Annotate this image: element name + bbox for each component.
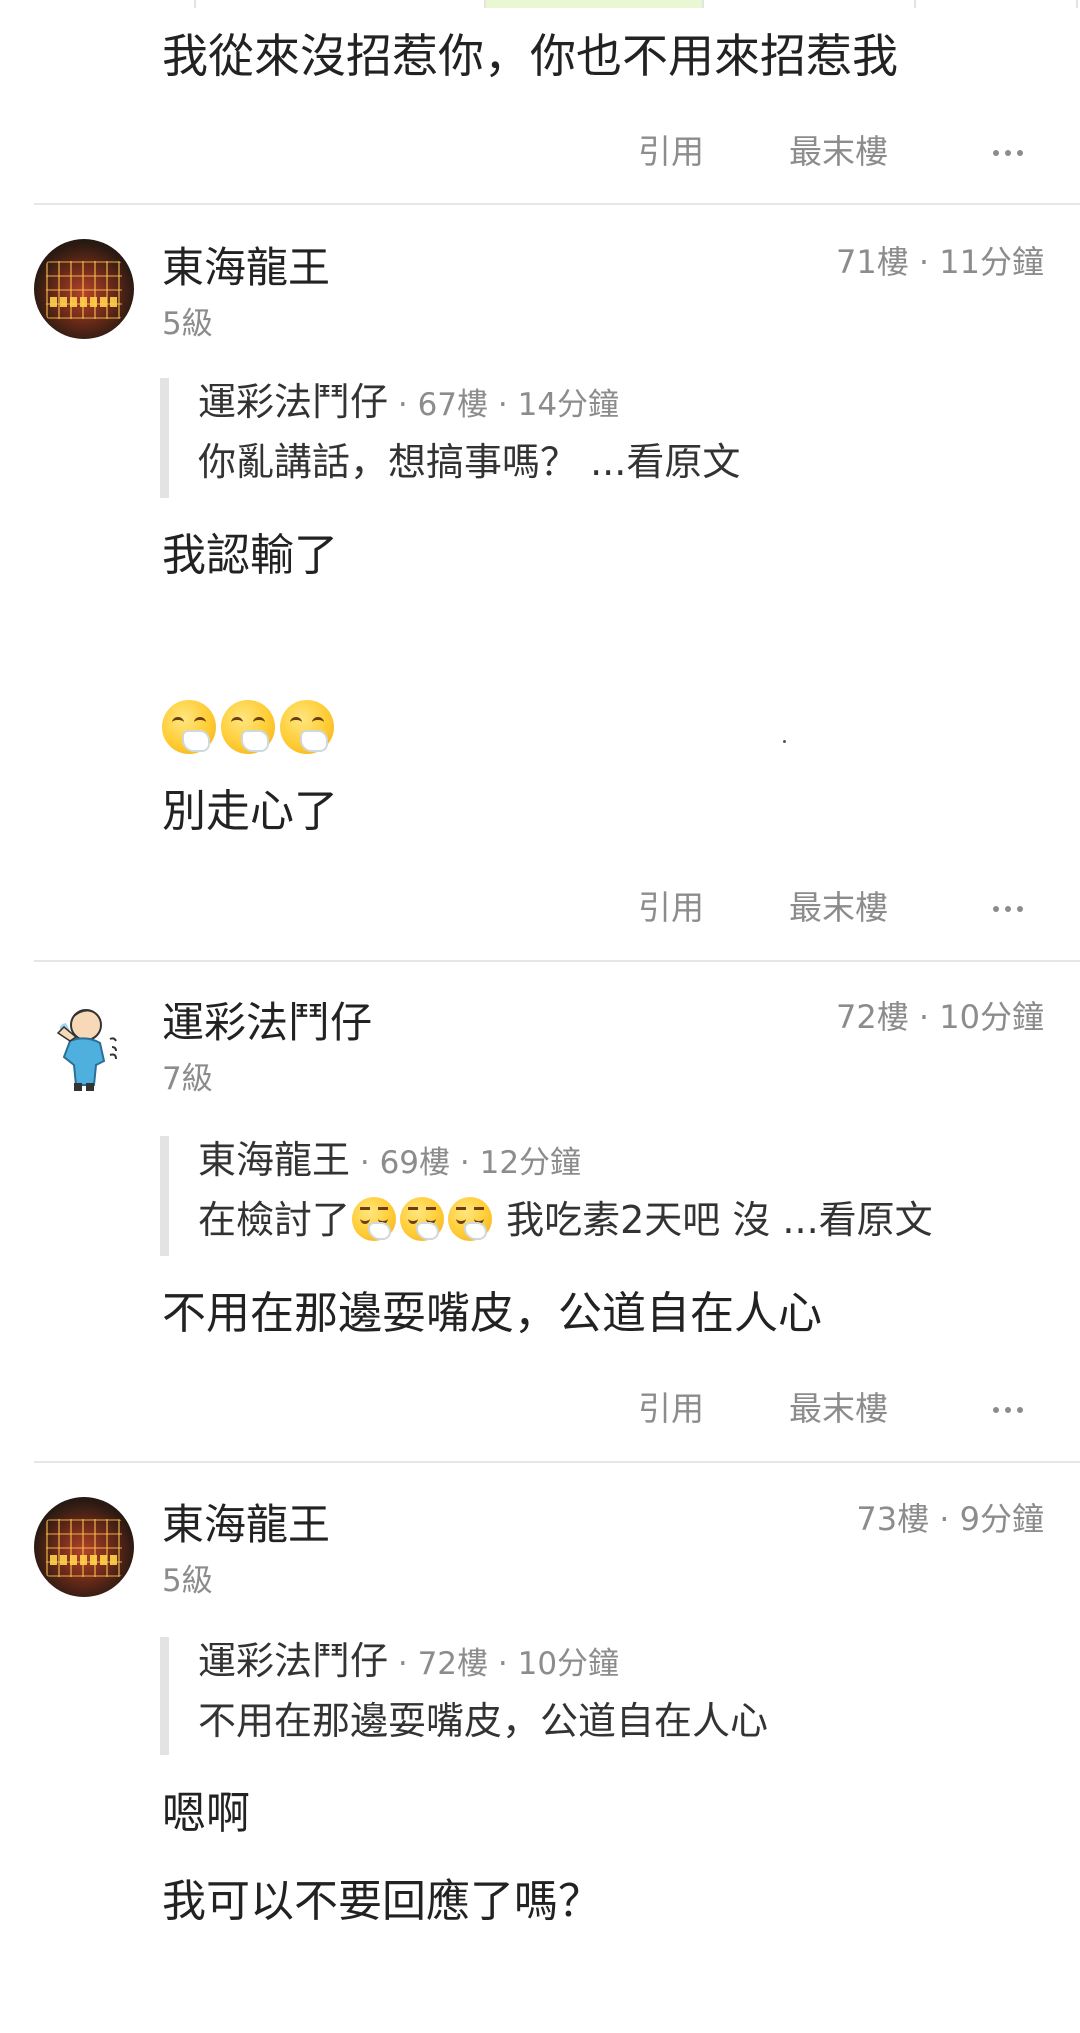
user-avatar[interactable] <box>34 995 134 1095</box>
last-floor-button[interactable]: 最末樓 <box>789 880 888 936</box>
post-time: 10分鐘 <box>939 998 1044 1036</box>
quote-button[interactable]: 引用 <box>638 1381 704 1437</box>
sneezing-face-icon <box>162 700 216 754</box>
quote-author: 東海龍王 <box>198 1138 351 1182</box>
post-content-line: 嗯啊 <box>162 1788 250 1839</box>
quote-header: 東海龍王 · 69樓 · 12分鐘 <box>198 1136 581 1187</box>
tab-segment-2[interactable] <box>196 0 486 8</box>
post-divider <box>34 1461 1080 1463</box>
previous-post-content: 我從來沒招惹你，你也不用來招惹我 <box>162 29 898 83</box>
more-options-icon[interactable] <box>993 150 1023 156</box>
last-floor-button[interactable]: 最末樓 <box>789 124 888 180</box>
post-time: 9分鐘 <box>959 1500 1044 1538</box>
post-meta: 71樓 · 11分鐘 <box>836 240 1044 284</box>
more-options-icon[interactable] <box>993 1407 1023 1413</box>
quote-author: 運彩法鬥仔 <box>198 1639 389 1683</box>
more-options-icon[interactable] <box>993 906 1023 912</box>
tab-segment-5[interactable] <box>916 0 1078 8</box>
separator: · <box>908 998 940 1036</box>
user-level: 7級 <box>162 1061 213 1097</box>
quote-header: 運彩法鬥仔 · 72樓 · 10分鐘 <box>198 1637 619 1688</box>
sad-sneezing-face-icon <box>352 1197 397 1241</box>
post-content-line: 我可以不要回應了嗎？ <box>162 1876 602 1927</box>
quote-meta: · 69樓 · 12分鐘 <box>350 1145 582 1181</box>
user-avatar[interactable] <box>34 1497 134 1597</box>
last-floor-button[interactable]: 最末樓 <box>789 1381 888 1437</box>
post-divider <box>34 203 1080 205</box>
post-action-bar: 引用 最末樓 <box>0 1381 1080 1437</box>
user-level: 5級 <box>162 306 213 342</box>
quote-meta: · 67樓 · 14分鐘 <box>388 387 620 423</box>
separator: · <box>929 1500 960 1538</box>
quote-button[interactable]: 引用 <box>638 880 704 936</box>
floor-number: 73樓 <box>856 1500 930 1538</box>
sad-sneezing-face-icon <box>448 1197 493 1241</box>
separator: · <box>908 243 940 281</box>
quoted-reply[interactable]: 運彩法鬥仔 · 67樓 · 14分鐘 你亂講話，想搞事嗎？ ...看原文 <box>160 378 1049 498</box>
previous-post-action-bar: 引用 最末樓 <box>0 124 1080 180</box>
top-tab-strip <box>0 0 1080 10</box>
quote-text: 在檢討了 我吃素2天吧 沒 ...看原文 <box>198 1197 933 1242</box>
post-meta: 72樓 · 10分鐘 <box>836 995 1044 1039</box>
floor-number: 72樓 <box>836 998 909 1036</box>
stray-dot <box>783 740 786 743</box>
quote-button[interactable]: 引用 <box>638 124 704 180</box>
quote-meta: · 72樓 · 10分鐘 <box>388 1646 620 1682</box>
quoted-reply[interactable]: 運彩法鬥仔 · 72樓 · 10分鐘 不用在那邊耍嘴皮，公道自在人心 <box>160 1637 1049 1755</box>
sneezing-face-icon <box>221 700 275 754</box>
post-action-bar: 引用 最末樓 <box>0 880 1080 936</box>
floor-number: 71樓 <box>836 243 909 281</box>
username[interactable]: 東海龍王 <box>162 1497 330 1553</box>
post-time: 11分鐘 <box>939 243 1044 281</box>
tab-segment-4[interactable] <box>704 0 916 8</box>
sad-sneezing-face-icon <box>400 1197 445 1241</box>
quote-header: 運彩法鬥仔 · 67樓 · 14分鐘 <box>198 378 619 429</box>
post-content-line: 我認輸了 <box>162 530 338 581</box>
user-avatar[interactable] <box>34 239 134 339</box>
tab-segment-active[interactable] <box>486 0 704 8</box>
post-meta: 73樓 · 9分鐘 <box>856 1497 1044 1541</box>
post-content-line: 不用在那邊耍嘴皮，公道自在人心 <box>162 1288 822 1339</box>
post-content-line: 別走心了 <box>162 786 338 837</box>
quoted-reply[interactable]: 東海龍王 · 69樓 · 12分鐘 在檢討了 我吃素2天吧 沒 ...看原文 <box>160 1136 1049 1256</box>
username[interactable]: 東海龍王 <box>162 240 330 296</box>
username[interactable]: 運彩法鬥仔 <box>162 995 372 1051</box>
quote-author: 運彩法鬥仔 <box>198 380 389 424</box>
sneezing-face-icon <box>280 700 334 754</box>
user-level: 5級 <box>162 1563 213 1599</box>
tab-segment-1[interactable] <box>0 0 196 8</box>
post-divider <box>34 960 1080 962</box>
quote-text: 不用在那邊耍嘴皮，公道自在人心 <box>198 1699 769 1743</box>
quote-text: 你亂講話，想搞事嗎？ ...看原文 <box>198 440 741 484</box>
